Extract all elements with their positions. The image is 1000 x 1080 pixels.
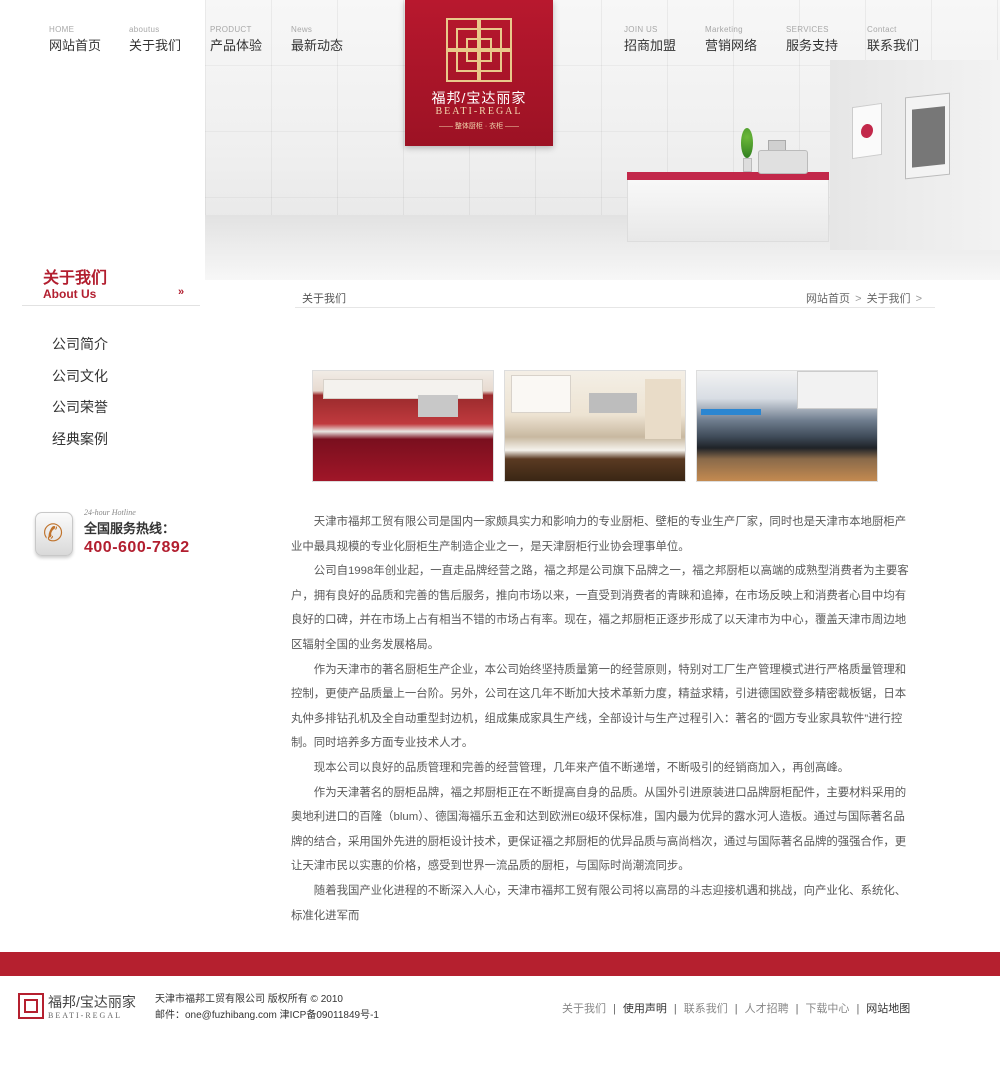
logo-pattern-icon [446, 18, 512, 82]
logo-tagline: —— 整体厨柜 · 衣柜 —— [438, 123, 520, 130]
nav-marketing[interactable]: Marketing 营销网络 [705, 25, 757, 54]
nav-about-cn: 关于我们 [129, 38, 182, 53]
footer-logo-icon [18, 993, 44, 1019]
about-article: 天津市福邦工贸有限公司是国内一家颇具实力和影响力的专业厨柜、壁柜的专业生产厂家，… [291, 510, 915, 928]
banner-wall-frame [852, 102, 882, 160]
footer-link-separator: | [795, 1003, 799, 1015]
breadcrumb-home[interactable]: 网站首页 [806, 293, 850, 305]
nav-marketing-cn: 营销网络 [705, 38, 758, 53]
footer-link-contact[interactable]: 联系我们 [684, 1003, 728, 1015]
footer-link-separator: | [734, 1003, 738, 1015]
footer-contact-line: 邮件：one@fuzhibang.com 津ICP备09011849号-1 [155, 1010, 379, 1021]
sidebar-divider [22, 305, 200, 306]
nav-about-en: aboutus [129, 25, 160, 34]
footer-link-separator: | [673, 1003, 677, 1015]
nav-news-cn: 最新动态 [291, 38, 344, 53]
sidebar-arrow-icon: » [178, 286, 185, 298]
footer-link-jobs[interactable]: 人才招聘 [745, 1003, 789, 1015]
nav-join-cn: 招商加盟 [624, 38, 677, 53]
breadcrumb-current[interactable]: 关于我们 [867, 293, 911, 305]
article-paragraph: 公司自1998年创业起，一直走品牌经营之路，福之邦是公司旗下品牌之一，福之邦厨柜… [291, 565, 909, 651]
nav-home-en: HOME [49, 25, 75, 34]
content-divider [295, 307, 935, 308]
sidebar-item-honors[interactable]: 公司荣誉 [52, 399, 108, 431]
nav-join-en: JOIN US [624, 25, 658, 34]
nav-services-en: SERVICES [786, 25, 829, 34]
nav-news-en: News [291, 25, 313, 34]
banner-wall-picture [905, 92, 950, 180]
footer-link-terms[interactable]: 使用声明 [623, 1003, 667, 1015]
nav-product-cn: 产品体验 [210, 38, 263, 53]
sidebar-title-cn: 关于我们 [43, 270, 108, 287]
footer-logo-en: BEATI-REGAL [48, 1011, 122, 1020]
kitchen-photo-dark [696, 370, 878, 482]
nav-services[interactable]: SERVICES 服务支持 [786, 25, 838, 54]
hotline-sub-label: 24-hour Hotline [84, 508, 136, 517]
logo-text-en: BEATI-REGAL [435, 106, 523, 117]
hotline-number: 400-600-7892 [84, 539, 190, 556]
nav-join[interactable]: JOIN US 招商加盟 [624, 25, 676, 54]
page-title: 关于我们 [302, 293, 346, 305]
article-paragraph: 作为天津著名的厨柜品牌，福之邦厨柜正在不断提高自身的品质。从国外引进原装进口品牌… [291, 786, 907, 873]
article-paragraph: 天津市福邦工贸有限公司是国内一家颇具实力和影响力的专业厨柜、壁柜的专业生产厂家，… [291, 516, 907, 553]
nav-marketing-en: Marketing [705, 25, 743, 34]
nav-home-cn: 网站首页 [49, 38, 102, 53]
nav-contact-en: Contact [867, 25, 897, 34]
article-paragraph: 作为天津市的著名厨柜生产企业，本公司始终坚持质量第一的经营原则，特别对工厂生产管… [291, 663, 907, 750]
footer-link-separator: | [856, 1003, 860, 1015]
article-paragraph: 随着我国产业化进程的不断深入人心，天津市福邦工贸有限公司将以高昂的斗志迎接机遇和… [291, 884, 907, 922]
footer-bar [0, 952, 1000, 976]
footer-link-separator: | [613, 1003, 616, 1015]
sidebar-item-culture[interactable]: 公司文化 [52, 368, 108, 400]
sidebar-menu: 公司简介 公司文化 公司荣誉 经典案例 [52, 336, 108, 462]
breadcrumb: 网站首页 > 关于我们 > [806, 290, 924, 306]
kitchen-photo-white [504, 370, 686, 482]
banner-counter-image [627, 172, 829, 242]
nav-services-cn: 服务支持 [786, 38, 839, 53]
nav-news[interactable]: News 最新动态 [291, 25, 343, 54]
brand-logo[interactable]: 福邦/宝达丽家 BEATI-REGAL —— 整体厨柜 · 衣柜 —— [405, 0, 553, 146]
sidebar-title-en: About Us [43, 287, 97, 301]
footer-copyright-line: 天津市福邦工贸有限公司 版权所有 © 2010 [155, 994, 343, 1005]
sidebar-item-cases[interactable]: 经典案例 [52, 431, 108, 463]
nav-product-en: PRODUCT [210, 25, 252, 34]
nav-contact[interactable]: Contact 联系我们 [867, 25, 919, 54]
nav-contact-cn: 联系我们 [867, 38, 920, 53]
breadcrumb-separator-end: > [915, 293, 923, 305]
footer-copyright: 天津市福邦工贸有限公司 版权所有 © 2010 邮件：one@fuzhibang… [155, 992, 379, 1024]
footer-links: 关于我们 | 使用声明 | 联系我们 | 人才招聘 | 下载中心 | 网站地图 [562, 1000, 910, 1016]
nav-about[interactable]: aboutus 关于我们 [129, 25, 181, 54]
phone-icon: ✆ [35, 512, 73, 556]
kitchen-photo-red [312, 370, 494, 482]
banner-plant [741, 128, 753, 174]
nav-product[interactable]: PRODUCT 产品体验 [210, 25, 262, 54]
footer-link-about[interactable]: 关于我们 [562, 1003, 606, 1015]
logo-text-cn: 福邦/宝达丽家 [431, 90, 527, 106]
breadcrumb-separator: > [855, 293, 862, 305]
nav-home[interactable]: HOME 网站首页 [49, 25, 101, 54]
footer-link-sitemap[interactable]: 网站地图 [866, 1003, 910, 1015]
footer-logo-cn: 福邦/宝达丽家 [48, 994, 136, 1010]
article-paragraph: 现本公司以良好的品质管理和完善的经营管理，几年来产值不断递增，不断吸引的经销商加… [313, 761, 850, 774]
sidebar-item-profile[interactable]: 公司简介 [52, 336, 108, 368]
banner-cash-register [758, 150, 808, 174]
footer-link-downloads[interactable]: 下载中心 [805, 1003, 849, 1015]
hotline-label: 全国服务热线： [84, 521, 176, 536]
